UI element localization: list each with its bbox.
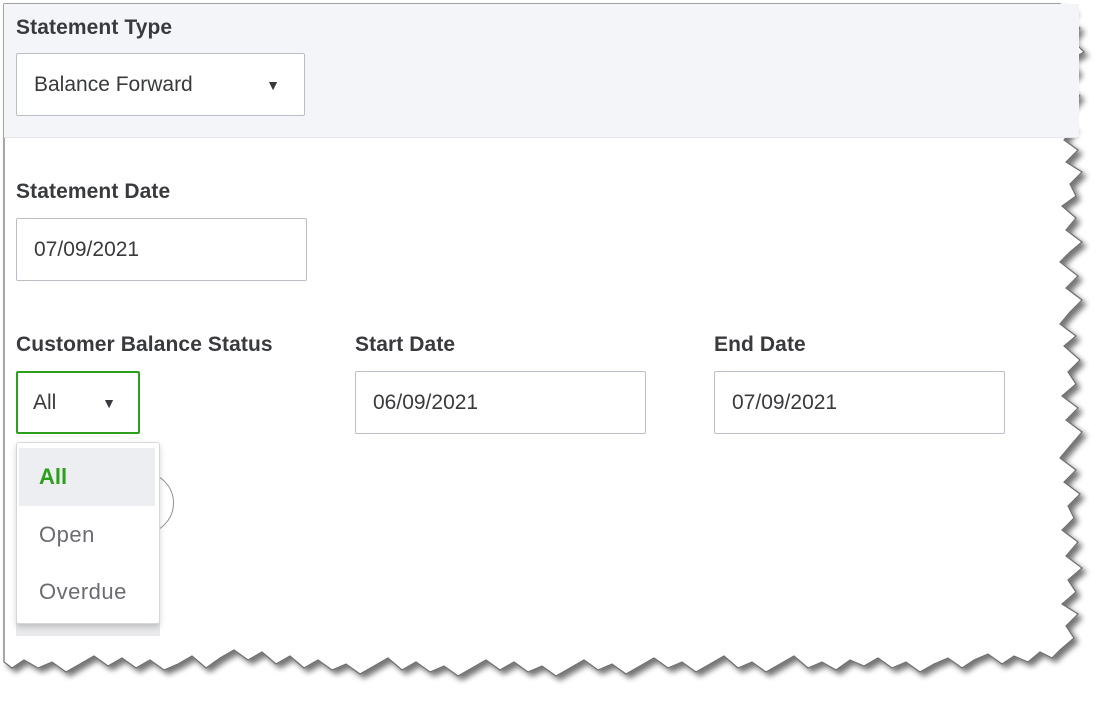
status-option-all[interactable]: All: [19, 448, 155, 506]
statement-type-select[interactable]: Balance Forward ▼: [16, 53, 305, 116]
chevron-down-icon: ▼: [266, 76, 280, 93]
statement-date-label: Statement Date: [16, 180, 171, 203]
end-date-input[interactable]: 07/09/2021: [714, 371, 1005, 434]
statement-options-panel: Statement Type Balance Forward ▼ Stateme…: [4, 4, 1079, 664]
start-date-input[interactable]: 06/09/2021: [355, 371, 646, 434]
statement-date-input[interactable]: 07/09/2021: [16, 218, 307, 281]
start-date-label: Start Date: [355, 333, 456, 356]
status-option-open[interactable]: Open: [19, 506, 155, 564]
screenshot-stage: Statement Type Balance Forward ▼ Stateme…: [0, 0, 1110, 708]
chevron-down-icon: ▼: [102, 394, 116, 411]
statement-type-label: Statement Type: [16, 16, 173, 39]
end-date-value: 07/09/2021: [732, 390, 838, 414]
customer-balance-status-label: Customer Balance Status: [16, 333, 273, 356]
statement-date-value: 07/09/2021: [34, 237, 140, 261]
end-date-label: End Date: [714, 333, 806, 356]
status-option-overdue[interactable]: Overdue: [19, 563, 155, 621]
customer-balance-status-select[interactable]: All ▼: [16, 371, 140, 434]
statement-type-value: Balance Forward: [34, 72, 193, 96]
customer-balance-status-value: All: [33, 390, 57, 414]
customer-balance-status-menu: All Open Overdue: [16, 442, 160, 624]
start-date-value: 06/09/2021: [373, 390, 479, 414]
